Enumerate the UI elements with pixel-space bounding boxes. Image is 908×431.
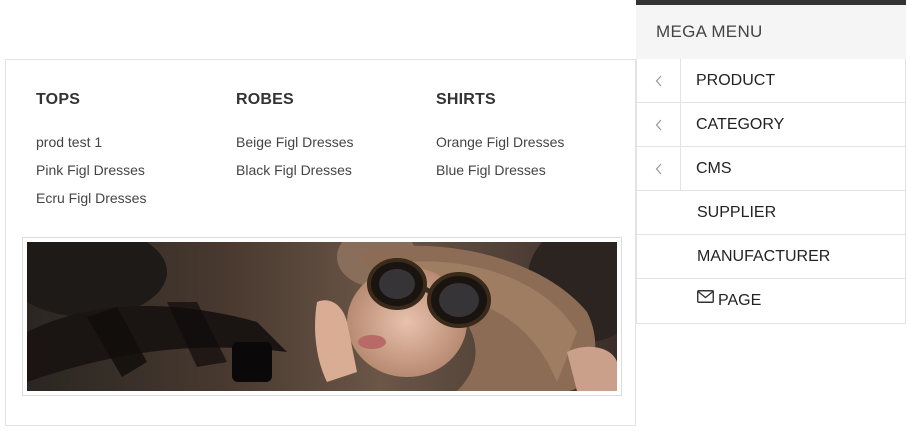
fashion-banner-image[interactable] — [27, 242, 617, 391]
menu-item-page[interactable]: PAGE — [637, 279, 905, 323]
envelope-icon — [697, 277, 714, 320]
link-beige-figl-dresses[interactable]: Beige Figl Dresses — [236, 128, 426, 156]
menu-item-product[interactable]: PRODUCT — [637, 59, 905, 103]
chevron-left-icon[interactable] — [637, 103, 681, 146]
menu-item-label: CATEGORY — [696, 116, 785, 133]
mega-menu-list: PRODUCT CATEGORY CMS SUPPLIER MANUFACTUR… — [636, 59, 906, 324]
menu-item-category[interactable]: CATEGORY — [637, 103, 905, 147]
chevron-left-icon[interactable] — [637, 147, 681, 190]
mega-menu-title[interactable]: MEGA MENU — [636, 0, 906, 59]
chevron-left-icon[interactable] — [637, 59, 681, 102]
link-pink-figl-dresses[interactable]: Pink Figl Dresses — [36, 156, 226, 184]
link-orange-figl-dresses[interactable]: Orange Figl Dresses — [436, 128, 626, 156]
menu-item-supplier[interactable]: SUPPLIER — [637, 191, 905, 235]
menu-item-manufacturer[interactable]: MANUFACTURER — [637, 235, 905, 279]
menu-item-label: CMS — [696, 160, 732, 177]
column-title-robes: ROBES — [236, 91, 294, 108]
column-title-tops: TOPS — [36, 91, 81, 108]
menu-item-page-content: PAGE — [697, 279, 761, 322]
menu-item-label: SUPPLIER — [697, 204, 777, 221]
menu-item-label: MANUFACTURER — [697, 248, 831, 265]
menu-item-label: PAGE — [718, 292, 762, 309]
column-title-shirts: SHIRTS — [436, 91, 496, 108]
link-blue-figl-dresses[interactable]: Blue Figl Dresses — [436, 156, 626, 184]
link-black-figl-dresses[interactable]: Black Figl Dresses — [236, 156, 426, 184]
mega-menu-dropdown-panel: TOPS prod test 1 Pink Figl Dresses Ecru … — [5, 59, 636, 426]
column-shirts: SHIRTS Orange Figl Dresses Blue Figl Dre… — [436, 90, 626, 184]
menu-item-cms[interactable]: CMS — [637, 147, 905, 191]
column-tops: TOPS prod test 1 Pink Figl Dresses Ecru … — [36, 90, 226, 212]
menu-item-label: PRODUCT — [696, 72, 776, 89]
banner-image-frame[interactable] — [22, 237, 622, 396]
column-robes: ROBES Beige Figl Dresses Black Figl Dres… — [236, 90, 426, 184]
link-prod-test-1[interactable]: prod test 1 — [36, 128, 226, 156]
link-ecru-figl-dresses[interactable]: Ecru Figl Dresses — [36, 184, 226, 212]
mega-menu: MEGA MENU PRODUCT CATEGORY CMS SUPPLIER … — [636, 0, 906, 333]
